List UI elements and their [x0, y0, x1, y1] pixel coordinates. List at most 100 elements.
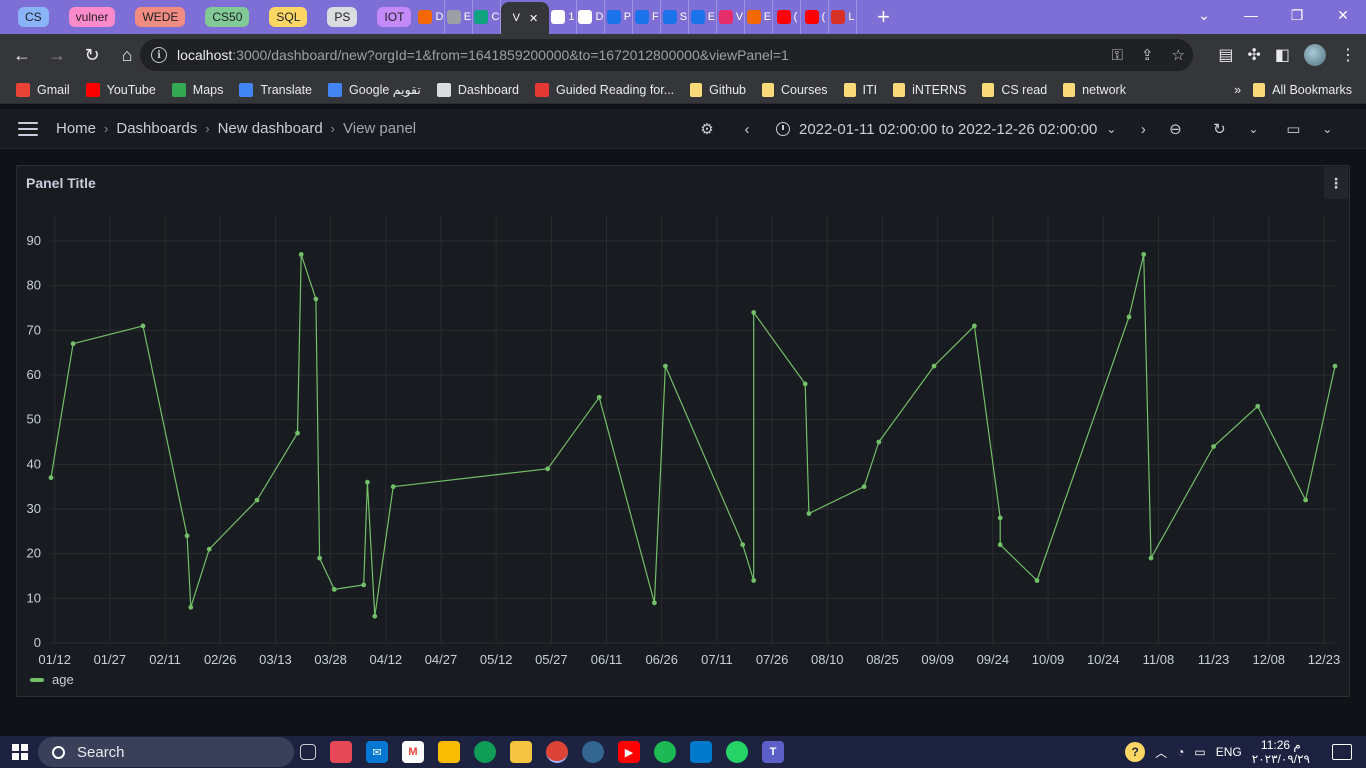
time-series-chart[interactable]: 0 10 20 30 40 50 60 70 80 90 01/12 01/27 02/11 02/26 0… — [17, 166, 1351, 698]
close-tab-icon[interactable]: ✕ — [529, 12, 538, 25]
time-forward-button[interactable]: › — [1132, 121, 1154, 138]
bookmark-item[interactable]: Maps — [171, 82, 223, 97]
new-tab-button[interactable]: + — [869, 4, 897, 30]
notifications-icon[interactable] — [1332, 744, 1352, 760]
google-drive-icon[interactable] — [438, 741, 460, 763]
minimize-button[interactable]: — — [1228, 0, 1274, 30]
settings-gear-icon[interactable]: ⚙ — [696, 120, 718, 138]
bookmark-item[interactable]: network — [1063, 82, 1126, 97]
browser-tab[interactable]: F — [633, 0, 662, 34]
tab-group-iot[interactable]: IOT — [377, 7, 412, 27]
bookmark-item[interactable]: Courses — [762, 82, 828, 97]
restore-button[interactable]: ❐ — [1274, 0, 1320, 30]
data-point — [1148, 555, 1154, 561]
wifi-icon[interactable]: ◔ — [1177, 745, 1184, 759]
breadcrumb-dashboards[interactable]: Dashboards — [116, 120, 197, 137]
forward-button[interactable]: → — [41, 39, 73, 71]
vscode-icon[interactable] — [690, 741, 712, 763]
browser-tab[interactable]: L — [829, 0, 858, 34]
language-indicator[interactable]: ENG — [1216, 745, 1242, 759]
legend-label-age[interactable]: age — [52, 672, 74, 687]
bookmark-item[interactable]: Gmail — [16, 82, 70, 97]
tab-group-wede[interactable]: WEDE — [135, 7, 186, 27]
browser-tab[interactable]: ( — [801, 0, 830, 34]
browser-tab[interactable]: E — [445, 0, 474, 34]
time-back-button[interactable]: ‹ — [736, 121, 758, 138]
chrome-icon[interactable] — [546, 741, 568, 763]
tab-group-cs50[interactable]: CS50 — [205, 7, 250, 27]
bookmark-item[interactable]: ITI — [843, 82, 877, 97]
profile-avatar[interactable] — [1304, 44, 1326, 66]
browser-tab[interactable]: E — [689, 0, 718, 34]
gmail-icon[interactable]: M — [402, 741, 424, 763]
spotify-icon[interactable] — [654, 741, 676, 763]
refresh-interval-chevron-icon[interactable]: ⌄ — [1242, 122, 1264, 136]
browser-tab[interactable]: V — [717, 0, 746, 34]
browser-tab[interactable]: P — [605, 0, 634, 34]
share-icon[interactable]: ⇪ — [1141, 46, 1154, 64]
battery-icon[interactable]: ▭ — [1194, 745, 1205, 759]
tab-group-cs[interactable]: CS — [18, 7, 49, 27]
side-panel-icon[interactable]: ◧ — [1275, 45, 1290, 65]
store-icon[interactable] — [330, 741, 352, 763]
tab-group-sql[interactable]: SQL — [269, 7, 308, 27]
address-bar[interactable]: i localhost:3000/dashboard/new?orgId=1&f… — [140, 39, 1193, 71]
browser-tab[interactable]: D — [577, 0, 606, 34]
breadcrumb-new-dashboard[interactable]: New dashboard — [218, 120, 323, 137]
back-button[interactable]: ← — [6, 39, 38, 71]
folder-icon — [982, 82, 995, 97]
bookmark-item[interactable]: Dashboard — [436, 82, 519, 97]
file-explorer-icon[interactable] — [510, 741, 532, 763]
browser-tab[interactable]: C — [473, 0, 502, 34]
bookmark-item[interactable]: iNTERNS — [893, 82, 966, 97]
extension-printer-icon[interactable]: ▤ — [1218, 45, 1233, 65]
bookmark-star-icon[interactable]: ☆ — [1172, 46, 1185, 64]
zoom-out-icon[interactable]: ⊖ — [1164, 120, 1186, 138]
browser-tab[interactable]: S — [661, 0, 690, 34]
time-range-picker[interactable]: 2022-01-11 02:00:00 to 2022-12-26 02:00:… — [776, 121, 1116, 138]
bookmark-item[interactable]: CS read — [982, 82, 1047, 97]
bookmark-item[interactable]: Translate — [239, 82, 312, 97]
bookmark-item[interactable]: Google تقويم — [328, 82, 421, 97]
reload-button[interactable]: ↻ — [76, 39, 108, 71]
grafana-topbar: Home › Dashboards › New dashboard › View… — [0, 109, 1366, 149]
help-icon[interactable]: ? — [1125, 742, 1146, 762]
browser-tab[interactable]: ( — [773, 0, 802, 34]
tv-mode-icon[interactable]: ▭ — [1282, 120, 1304, 138]
edge-icon[interactable] — [474, 741, 496, 763]
close-window-button[interactable]: ✕ — [1320, 0, 1366, 30]
data-point — [254, 497, 260, 503]
postgres-icon[interactable] — [582, 741, 604, 763]
breadcrumb-home[interactable]: Home — [56, 120, 96, 137]
teams-icon[interactable]: T — [762, 741, 784, 763]
site-info-icon[interactable]: i — [151, 47, 167, 63]
view-mode-chevron-icon[interactable]: ⌄ — [1316, 122, 1338, 136]
taskbar-search[interactable]: Search — [38, 737, 294, 767]
home-button[interactable]: ⌂ — [111, 39, 143, 71]
bookmark-item[interactable]: YouTube — [85, 82, 156, 97]
bookmark-item[interactable]: Github — [690, 82, 746, 97]
task-view-icon[interactable] — [300, 744, 316, 760]
bookmarks-overflow-button[interactable]: » — [1234, 83, 1241, 97]
all-bookmarks-button[interactable]: All Bookmarks — [1253, 83, 1352, 97]
menu-hamburger-icon[interactable] — [18, 118, 38, 140]
bookmark-item[interactable]: Guided Reading for... — [535, 82, 674, 97]
browser-tab[interactable]: E — [745, 0, 774, 34]
tab-group-ps[interactable]: PS — [327, 7, 358, 27]
tab-group-vulner[interactable]: vulner — [68, 7, 116, 27]
browser-tab[interactable]: D — [417, 0, 446, 34]
browser-tab[interactable]: V ✕ — [501, 2, 550, 34]
extensions-puzzle-icon[interactable]: ✣ — [1247, 45, 1260, 65]
refresh-icon[interactable]: ↻ — [1208, 120, 1230, 138]
whatsapp-icon[interactable] — [726, 741, 748, 763]
tab-search-icon[interactable]: ⌄ — [1181, 0, 1227, 30]
key-icon[interactable]: ⚿ — [1112, 47, 1123, 64]
mail-icon[interactable]: ✉ — [366, 741, 388, 763]
system-clock[interactable]: 11:26 م ٢٠٢٣/٠٩/٢٩ — [1252, 738, 1310, 766]
url-text[interactable]: localhost:3000/dashboard/new?orgId=1&fro… — [177, 47, 789, 63]
chevron-up-icon[interactable]: ︿ — [1155, 744, 1167, 761]
chrome-menu-icon[interactable]: ⋮ — [1340, 45, 1356, 65]
windows-start-icon[interactable] — [12, 744, 28, 760]
youtube-icon[interactable]: ▶ — [618, 741, 640, 763]
browser-tab[interactable]: 1 — [549, 0, 578, 34]
